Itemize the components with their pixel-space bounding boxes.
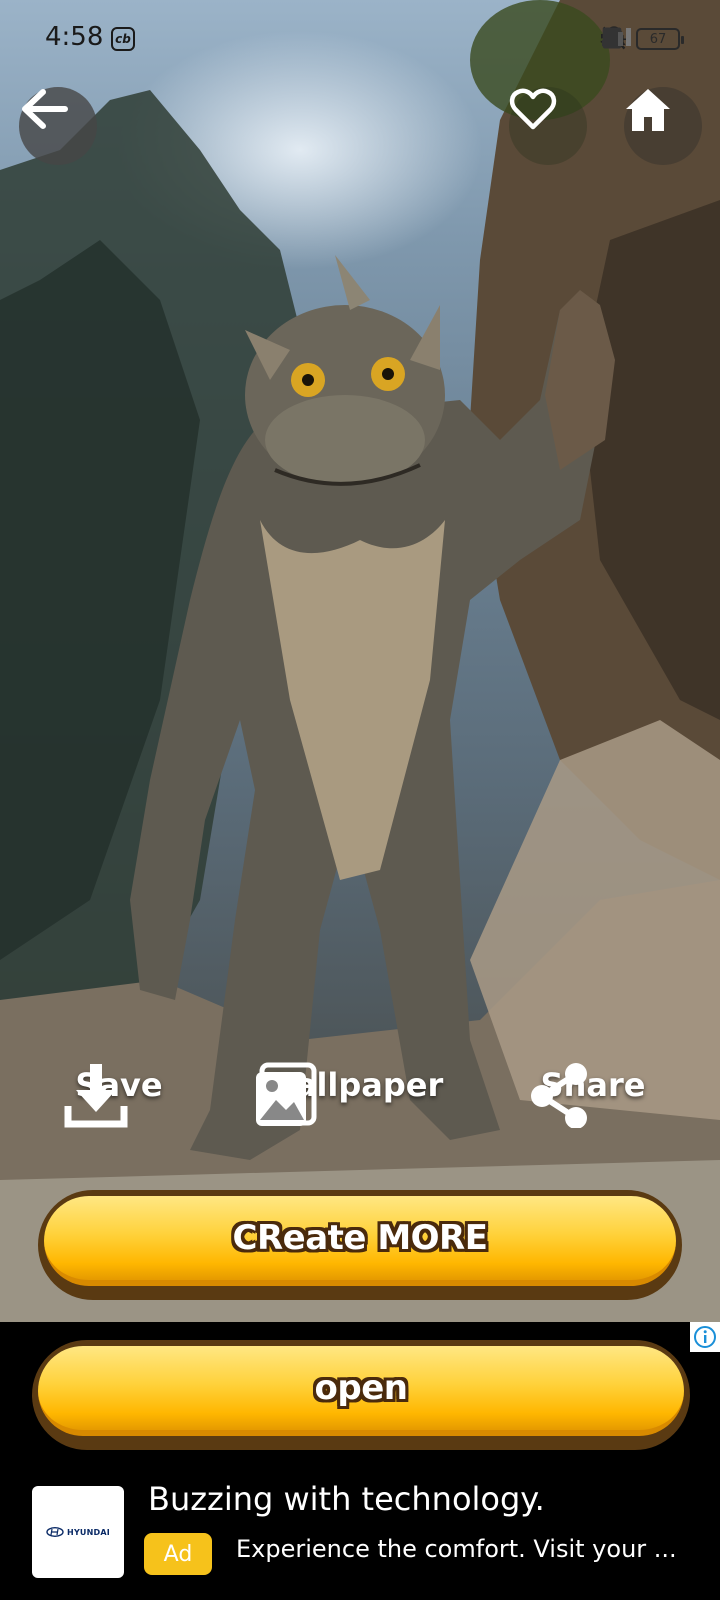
ad-description[interactable]: Experience the comfort. Visit your ... xyxy=(236,1535,686,1563)
heart-icon xyxy=(509,88,557,130)
home-icon xyxy=(626,89,670,131)
status-icons: 5G+ 67 xyxy=(600,24,684,54)
wallpaper-image: 4:58 cb 5G+ 67 xyxy=(0,0,720,1322)
ad-brand-name: HYUNDAI xyxy=(67,1527,110,1537)
download-icon xyxy=(64,1064,128,1128)
ad-headline[interactable]: Buzzing with technology. xyxy=(148,1480,545,1518)
ad-info-button[interactable] xyxy=(690,1322,720,1352)
ad-open-face: open xyxy=(38,1346,684,1436)
image-icon xyxy=(256,1062,317,1126)
share-button[interactable]: Share xyxy=(528,1062,658,1128)
ad-brand-logo[interactable]: HYUNDAI xyxy=(32,1486,124,1578)
create-more-button[interactable]: CReate MORE xyxy=(38,1190,682,1300)
back-arrow-icon xyxy=(22,89,68,129)
status-time: 4:58 xyxy=(45,22,104,52)
home-button[interactable] xyxy=(624,87,702,165)
share-icon xyxy=(531,1063,587,1128)
ad-badge: Ad xyxy=(144,1533,212,1575)
create-more-face: CReate MORE xyxy=(44,1196,676,1286)
hyundai-logo-icon xyxy=(46,1527,64,1537)
back-button[interactable] xyxy=(19,87,97,165)
create-more-label: CReate MORE xyxy=(232,1218,488,1258)
info-icon xyxy=(694,1326,716,1348)
ad-open-label: open xyxy=(314,1368,408,1408)
ad-open-button[interactable]: open xyxy=(32,1340,690,1450)
battery-icon: 67 xyxy=(636,28,684,50)
wallpaper-button[interactable]: Wallpaper xyxy=(252,1062,452,1126)
status-bar: 4:58 cb 5G+ 67 xyxy=(0,0,720,80)
favorite-button[interactable] xyxy=(509,87,587,165)
signal-icon xyxy=(601,28,631,46)
app-badge-icon: cb xyxy=(111,27,135,51)
save-button[interactable]: Save xyxy=(64,1062,174,1128)
